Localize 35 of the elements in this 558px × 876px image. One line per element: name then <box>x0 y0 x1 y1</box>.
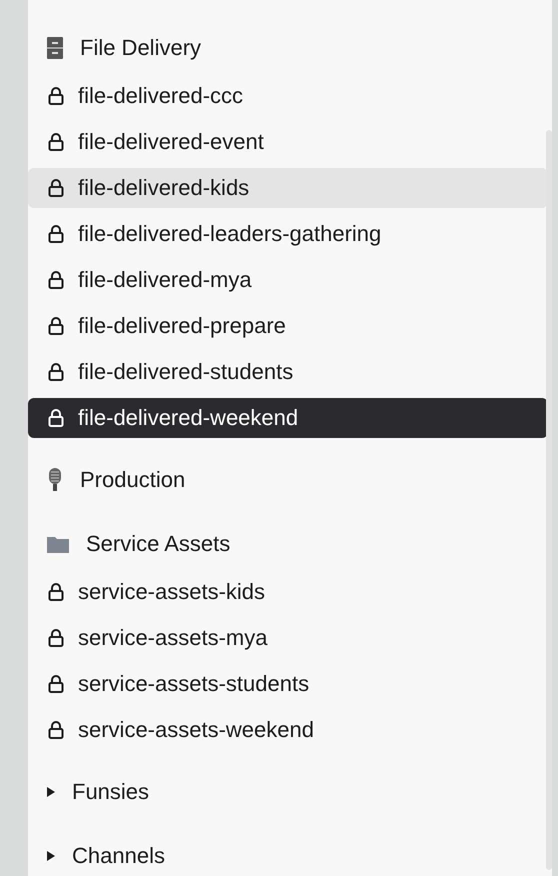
channel-item[interactable]: service-assets-weekend <box>28 710 548 750</box>
section-title[interactable]: Channels <box>72 843 165 869</box>
caret-icon[interactable] <box>46 850 56 862</box>
caret-icon[interactable] <box>46 786 56 798</box>
channel-item[interactable]: service-assets-kids <box>28 572 548 612</box>
channel-item[interactable]: file-delivered-weekend <box>28 398 548 438</box>
channel-item[interactable]: file-delivered-ccc <box>28 76 548 116</box>
cabinet-icon <box>46 36 64 60</box>
channel-item[interactable]: file-delivered-kids <box>28 168 548 208</box>
lock-icon <box>48 225 64 243</box>
microphone-icon <box>46 467 64 493</box>
lock-icon <box>48 629 64 647</box>
lock-icon <box>48 87 64 105</box>
lock-icon <box>48 179 64 197</box>
section-title[interactable]: Service Assets <box>86 531 230 557</box>
lock-icon <box>48 133 64 151</box>
lock-icon <box>48 721 64 739</box>
channel-item[interactable]: file-delivered-students <box>28 352 548 392</box>
lock-icon <box>48 675 64 693</box>
channel-item[interactable]: service-assets-students <box>28 664 548 704</box>
lock-icon <box>48 409 64 427</box>
channel-item[interactable]: file-delivered-prepare <box>28 306 548 346</box>
folder-icon <box>46 534 70 554</box>
section-title[interactable]: File Delivery <box>80 35 202 61</box>
lock-icon <box>48 583 64 601</box>
channel-item[interactable]: file-delivered-mya <box>28 260 548 300</box>
lock-icon <box>48 363 64 381</box>
channel-item[interactable]: file-delivered-leaders-gathering <box>28 214 548 254</box>
channel-item[interactable]: file-delivered-event <box>28 122 548 162</box>
section-title[interactable]: Funsies <box>72 779 150 805</box>
scrollbar[interactable] <box>546 130 552 870</box>
lock-icon <box>48 271 64 289</box>
channel-item[interactable]: service-assets-mya <box>28 618 548 658</box>
section-title[interactable]: Production <box>80 467 186 493</box>
lock-icon <box>48 317 64 335</box>
